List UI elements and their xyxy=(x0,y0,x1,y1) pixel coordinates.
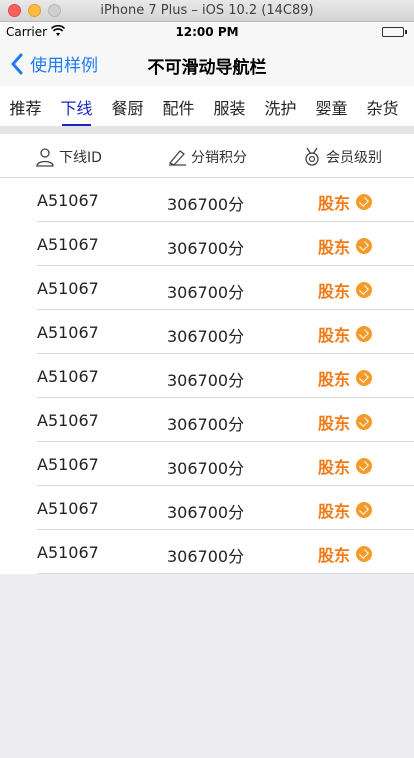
header-points-label: 分销积分 xyxy=(191,150,247,166)
diamond-badge-icon xyxy=(356,238,373,254)
row-level: 股东 xyxy=(318,366,373,390)
header-level: 会员级别 xyxy=(302,147,382,167)
tab-item[interactable]: 洗护 xyxy=(255,86,306,126)
tab-item-active[interactable]: 下线 xyxy=(51,86,102,126)
row-level-label: 股东 xyxy=(318,238,351,257)
table-row[interactable]: A51067 306700分 股东 xyxy=(0,178,414,222)
row-id: A51067 xyxy=(37,323,99,342)
row-points: 306700分 xyxy=(167,547,245,566)
table-row[interactable]: A51067 306700分 股东 xyxy=(0,310,414,354)
row-points: 306700分 xyxy=(167,459,245,478)
row-points: 306700分 xyxy=(167,371,245,390)
row-level-label: 股东 xyxy=(318,326,351,345)
row-points: 306700分 xyxy=(167,283,245,302)
header-level-label: 会员级别 xyxy=(326,150,382,166)
row-level: 股东 xyxy=(318,234,373,258)
row-id: A51067 xyxy=(37,367,99,386)
row-id: A51067 xyxy=(37,411,99,430)
row-level: 股东 xyxy=(318,322,373,346)
row-level-label: 股东 xyxy=(318,546,351,565)
row-id: A51067 xyxy=(37,235,99,254)
diamond-badge-icon xyxy=(356,194,373,210)
row-points: 306700分 xyxy=(167,415,245,434)
header-id: 下线ID xyxy=(35,147,102,167)
table-row[interactable]: A51067 306700分 股东 xyxy=(0,486,414,530)
diamond-badge-icon xyxy=(356,458,373,474)
row-points: 306700分 xyxy=(167,239,245,258)
row-level: 股东 xyxy=(318,410,373,434)
row-level: 股东 xyxy=(318,190,373,214)
section-divider xyxy=(0,126,414,134)
row-points: 306700分 xyxy=(167,195,245,214)
diamond-badge-icon xyxy=(356,502,373,518)
diamond-badge-icon xyxy=(356,546,373,562)
row-level: 股东 xyxy=(318,542,373,566)
row-level-label: 股东 xyxy=(318,502,351,521)
table-row[interactable]: A51067 306700分 股东 xyxy=(0,398,414,442)
user-icon xyxy=(36,148,54,167)
row-level-label: 股东 xyxy=(318,458,351,477)
table-row[interactable]: A51067 306700分 股东 xyxy=(0,354,414,398)
status-bar: Carrier 12:00 PM xyxy=(0,22,414,42)
diamond-badge-icon xyxy=(356,414,373,430)
navigation-bar: 使用样例 不可滑动导航栏 xyxy=(0,42,414,86)
pen-icon xyxy=(168,150,186,166)
member-list: A51067 306700分 股东 A51067 306700分 股东 A510… xyxy=(0,178,414,574)
table-row[interactable]: A51067 306700分 股东 xyxy=(0,442,414,486)
table-row[interactable]: A51067 306700分 股东 xyxy=(0,530,414,574)
row-id: A51067 xyxy=(37,191,99,210)
row-points: 306700分 xyxy=(167,327,245,346)
row-id: A51067 xyxy=(37,499,99,518)
simulator-title: iPhone 7 Plus – iOS 10.2 (14C89) xyxy=(100,3,314,18)
battery-icon xyxy=(382,27,407,37)
tab-item[interactable]: 配件 xyxy=(153,86,204,126)
row-id: A51067 xyxy=(37,455,99,474)
table-row[interactable]: A51067 306700分 股东 xyxy=(0,266,414,310)
header-id-label: 下线ID xyxy=(59,150,102,166)
tab-item[interactable]: 杂货 xyxy=(357,86,408,126)
row-level: 股东 xyxy=(318,454,373,478)
row-level-label: 股东 xyxy=(318,194,351,213)
diamond-badge-icon xyxy=(356,370,373,386)
diamond-badge-icon xyxy=(356,326,373,342)
tab-item[interactable]: 婴童 xyxy=(306,86,357,126)
header-points: 分销积分 xyxy=(167,147,247,167)
medal-icon xyxy=(305,147,319,166)
row-id: A51067 xyxy=(37,279,99,298)
category-tab-bar: 推荐 下线 餐厨 配件 服装 洗护 婴童 杂货 xyxy=(0,86,414,126)
row-level-label: 股东 xyxy=(318,414,351,433)
tab-item[interactable]: 推荐 xyxy=(0,86,51,126)
tab-item[interactable]: 服装 xyxy=(204,86,255,126)
diamond-badge-icon xyxy=(356,282,373,298)
row-level-label: 股东 xyxy=(318,370,351,389)
row-points: 306700分 xyxy=(167,503,245,522)
table-header: 下线ID 分销积分 会员级别 xyxy=(0,134,414,178)
row-level: 股东 xyxy=(318,278,373,302)
row-level: 股东 xyxy=(318,498,373,522)
row-level-label: 股东 xyxy=(318,282,351,301)
simulator-titlebar: iPhone 7 Plus – iOS 10.2 (14C89) xyxy=(0,0,414,22)
tab-item[interactable]: 餐厨 xyxy=(102,86,153,126)
row-id: A51067 xyxy=(37,543,99,562)
table-row[interactable]: A51067 306700分 股东 xyxy=(0,222,414,266)
status-time: 12:00 PM xyxy=(175,25,239,39)
page-title: 不可滑动导航栏 xyxy=(147,58,267,78)
